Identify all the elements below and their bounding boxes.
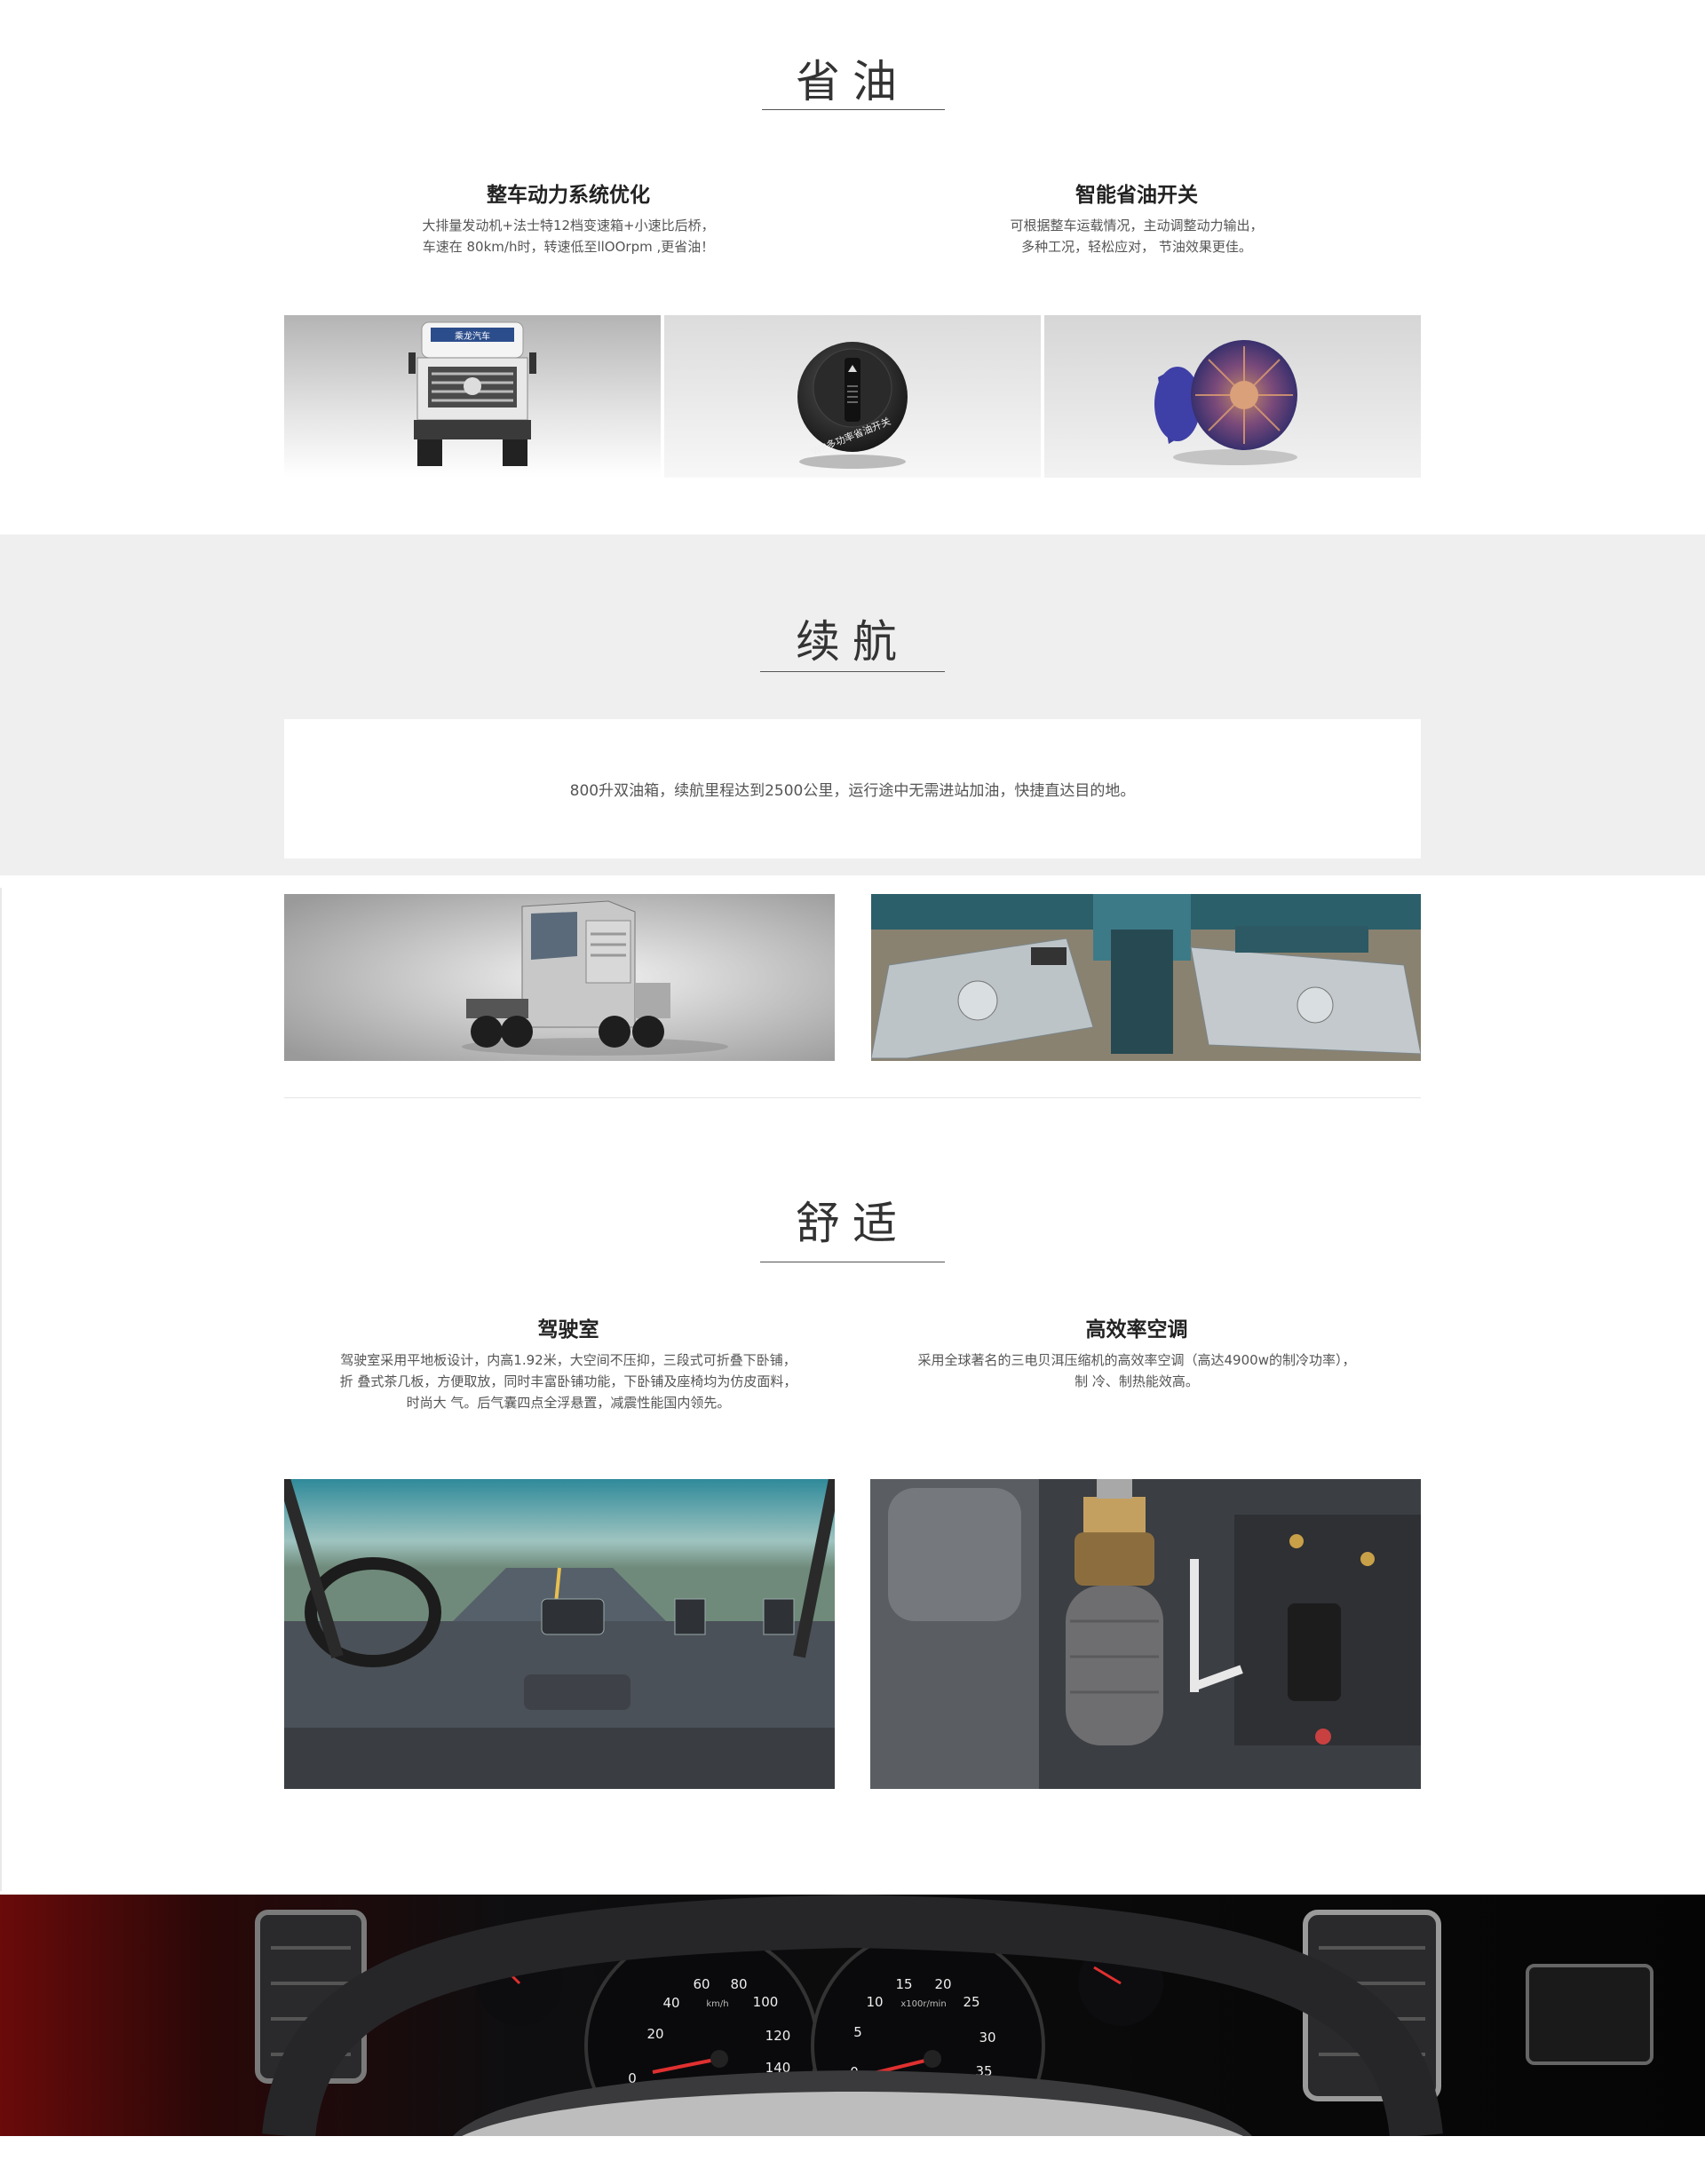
range-description-box: 800升双油箱，续航里程达到2500公里，运行途中无需进站加油，快捷直达目的地。 xyxy=(284,719,1421,859)
fuel-feature-1-title: 整车动力系统优化 xyxy=(487,184,650,207)
desc-line: 驾驶室采用平地板设计，内高1.92米，大空间不压抑，三段式可折叠下卧铺， xyxy=(340,1352,797,1368)
comfort-feature-2-desc: 采用全球著名的三电贝洱压缩机的高效率空调（高达4900w的制冷功率）， 制 冷、… xyxy=(852,1349,1421,1392)
tacho-unit: x100r/min xyxy=(900,1999,946,2009)
air-suspension-photo xyxy=(870,1479,1421,1789)
tacho-tick: 10 xyxy=(866,1994,883,2010)
speedo-tick: 80 xyxy=(730,1976,747,1992)
speedo-tick: 100 xyxy=(753,1994,779,2010)
cab-interior-photo xyxy=(284,1479,835,1789)
tractor-truck-photo xyxy=(284,894,835,1061)
tacho-tick: 25 xyxy=(963,1994,979,2010)
range-title-underline xyxy=(760,671,945,672)
desc-line: 多种工况，轻松应对， 节油效果更佳。 xyxy=(1021,239,1252,255)
dashboard-banner: 0 20 40 60 80 100 120 140 km/h 0 5 10 15… xyxy=(0,1895,1705,2136)
fuel-feature-2-title: 智能省油开关 xyxy=(1075,184,1198,207)
tacho-tick: 20 xyxy=(934,1976,951,1992)
tacho-tick: 15 xyxy=(895,1976,912,1992)
comfort-section-title: 舒适 xyxy=(796,1198,909,1249)
comfort-feature-2-title: 高效率空调 xyxy=(1085,1318,1188,1341)
desc-line: 采用全球著名的三电贝洱压缩机的高效率空调（高达4900w的制冷功率）， xyxy=(917,1352,1356,1368)
fuel-section-title: 省油 xyxy=(796,56,909,107)
comfort-feature-1-title: 驾驶室 xyxy=(537,1318,599,1341)
fan-clutch-photo xyxy=(1044,315,1421,478)
desc-line: 大排量发动机+法士特12档变速箱+小速比后桥， xyxy=(422,218,715,233)
fuel-feature-1-desc: 大排量发动机+法士特12档变速箱+小速比后桥， 车速在 80km/h时，转速低至… xyxy=(284,215,852,257)
desc-line: 可根据整车运载情况，主动调整动力输出， xyxy=(1010,218,1264,233)
desc-line: 制 冷、制热能效高。 xyxy=(1075,1373,1199,1389)
desc-line: 车速在 80km/h时，转速低至llOOrpm ,更省油！ xyxy=(422,239,715,255)
tacho-tick: 5 xyxy=(853,2024,862,2040)
range-section-title: 续航 xyxy=(796,616,909,668)
comfort-feature-1-desc: 驾驶室采用平地板设计，内高1.92米，大空间不压抑，三段式可折叠下卧铺， 折 叠… xyxy=(284,1349,852,1413)
fuel-title-underline xyxy=(762,109,945,110)
speedo-tick: 120 xyxy=(765,2028,791,2044)
section-divider xyxy=(284,1097,1421,1098)
range-description: 800升双油箱，续航里程达到2500公里，运行途中无需进站加油，快捷直达目的地。 xyxy=(569,782,1136,800)
double-fuel-tank-photo xyxy=(871,894,1421,1061)
desc-line: 时尚大 气。后气囊四点全浮悬置，减震性能国内领先。 xyxy=(406,1395,731,1411)
truck-front-photo: 乘龙汽车 xyxy=(284,315,661,478)
speedo-tick: 60 xyxy=(693,1976,710,1992)
fuel-saving-switch-photo: WP多功率省油开关 xyxy=(664,315,1041,478)
speedo-tick: 20 xyxy=(646,2026,663,2042)
tacho-tick: 30 xyxy=(979,2030,995,2046)
fuel-feature-2-desc: 可根据整车运载情况，主动调整动力输出， 多种工况，轻松应对， 节油效果更佳。 xyxy=(852,215,1421,257)
speedo-tick: 40 xyxy=(662,1995,679,2011)
page-left-border xyxy=(0,888,2,1891)
speedo-unit: km/h xyxy=(706,1999,728,2009)
desc-line: 折 叠式茶几板，方便取放，同时丰富卧铺功能，下卧铺及座椅均为仿皮面料， xyxy=(339,1373,797,1389)
brand-text: 乘龙汽车 xyxy=(455,330,490,342)
